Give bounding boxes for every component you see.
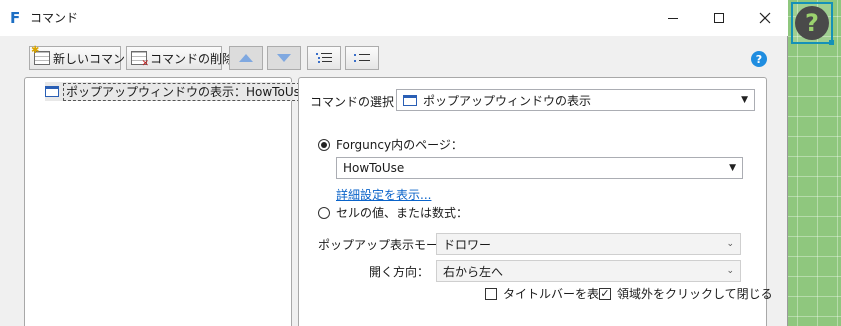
detail-settings-link[interactable]: 詳細設定を表示... [336,186,431,203]
question-icon: ? [795,6,829,40]
delete-command-icon [131,51,149,69]
popup-mode-value: ドロワー [443,237,492,252]
help-widget[interactable]: ? [791,2,833,44]
command-dialog: F コマンド 新しいコマンド コマンドの削除 [0,0,788,326]
maximize-icon [714,13,724,23]
delete-command-label: コマンドの削除 [150,51,235,66]
maximize-button[interactable] [696,0,742,36]
chevron-down-icon: ⌄ [726,239,734,249]
indent-button[interactable] [307,46,341,70]
chevron-down-icon: ▼ [729,163,736,173]
window-icon [403,94,417,106]
page-select[interactable]: HowToUse ▼ [336,157,743,179]
close-outside-label: 領域外をクリックして閉じる [617,287,773,301]
command-tree: ポップアップウィンドウの表示：HowToUse [24,77,311,326]
app-logo: F [10,9,21,27]
open-direction-value: 右から左へ [443,264,504,279]
help-icon[interactable]: ? [751,51,767,67]
open-direction-select[interactable]: 右から左へ ⌄ [436,260,741,282]
show-titlebar-label: タイトルバーを表示 [503,287,612,301]
open-direction-label: 開く方向： [369,265,430,279]
outdent-icon [354,52,370,64]
command-select-value: ポップアップウィンドウの表示 [423,93,592,108]
new-command-icon [31,45,50,65]
window-icon [45,86,59,97]
command-select-label: コマンドの選択： [310,95,407,109]
popup-mode-select[interactable]: ドロワー ⌄ [436,233,741,255]
window-title: コマンド [30,11,79,25]
new-command-button[interactable]: 新しいコマンド [29,45,137,70]
command-select[interactable]: ポップアップウィンドウの表示 ▼ [396,89,755,111]
arrow-up-icon [239,54,253,62]
minimize-icon [668,17,678,19]
resize-handle[interactable] [829,40,834,45]
show-titlebar-checkbox[interactable] [485,288,497,300]
chevron-down-icon: ▼ [741,95,748,105]
formula-option-label: セルの値、または数式： [336,206,469,220]
page-option-label: Forguncy内のページ： [336,138,463,152]
formula-radio[interactable] [318,207,330,219]
indent-icon [316,52,332,64]
tree-item-label: ポップアップウィンドウの表示：HowToUse [63,82,311,101]
close-outside-checkbox[interactable]: ✓ [599,288,611,300]
title-bar[interactable]: F コマンド [0,0,788,36]
delete-command-button[interactable]: コマンドの削除 [126,46,234,70]
command-settings: コマンドの選択： ポップアップウィンドウの表示 ▼ Forguncy内のページ：… [298,77,773,326]
page-select-value: HowToUse [343,161,405,175]
close-button[interactable] [742,0,788,36]
arrow-down-icon [277,54,291,62]
move-down-button[interactable] [267,46,301,70]
close-icon [759,12,771,24]
move-up-button[interactable] [229,46,263,70]
chevron-down-icon: ⌄ [726,266,734,276]
new-command-label: 新しいコマンド [53,51,138,66]
minimize-button[interactable] [650,0,696,36]
outdent-button[interactable] [345,46,379,70]
page-radio[interactable] [318,139,330,151]
tree-item[interactable]: ポップアップウィンドウの表示：HowToUse [45,82,311,101]
